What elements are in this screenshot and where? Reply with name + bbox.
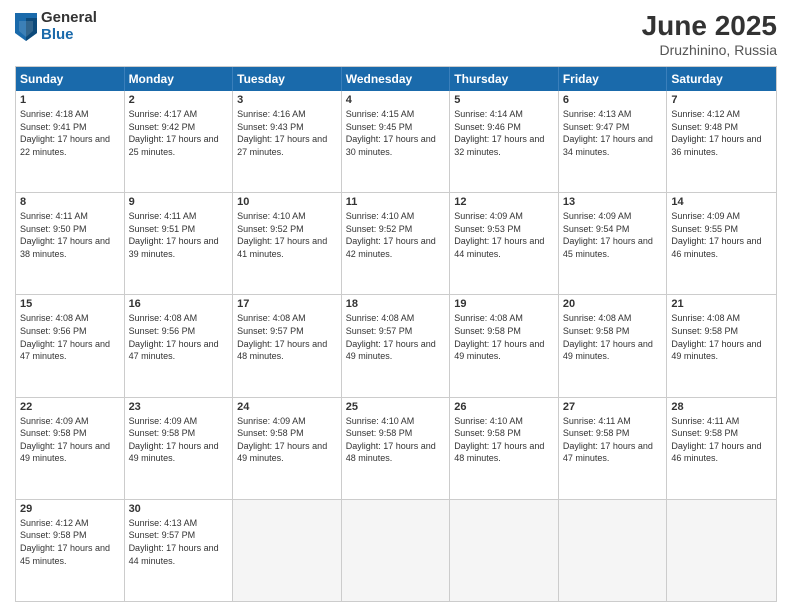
logo-blue: Blue [41,27,97,44]
week-row-5: 29 Sunrise: 4:12 AMSunset: 9:58 PMDaylig… [16,499,776,601]
week-row-4: 22 Sunrise: 4:09 AMSunset: 9:58 PMDaylig… [16,397,776,499]
day-15: 15 Sunrise: 4:08 AMSunset: 9:56 PMDaylig… [16,295,125,396]
week-row-3: 15 Sunrise: 4:08 AMSunset: 9:56 PMDaylig… [16,294,776,396]
header-monday: Monday [125,67,234,91]
day-19: 19 Sunrise: 4:08 AMSunset: 9:58 PMDaylig… [450,295,559,396]
day-1: 1 Sunrise: 4:18 AMSunset: 9:41 PMDayligh… [16,91,125,192]
header-saturday: Saturday [667,67,776,91]
header-tuesday: Tuesday [233,67,342,91]
header-sunday: Sunday [16,67,125,91]
empty-cell-1 [233,500,342,601]
logo: General Blue [15,10,97,43]
day-7: 7 Sunrise: 4:12 AMSunset: 9:48 PMDayligh… [667,91,776,192]
empty-cell-2 [342,500,451,601]
day-13: 13 Sunrise: 4:09 AMSunset: 9:54 PMDaylig… [559,193,668,294]
location: Druzhinino, Russia [642,42,777,58]
day-20: 20 Sunrise: 4:08 AMSunset: 9:58 PMDaylig… [559,295,668,396]
empty-cell-3 [450,500,559,601]
calendar-body: 1 Sunrise: 4:18 AMSunset: 9:41 PMDayligh… [16,91,776,601]
header-wednesday: Wednesday [342,67,451,91]
logo-general: General [41,10,97,27]
header-friday: Friday [559,67,668,91]
calendar-header: Sunday Monday Tuesday Wednesday Thursday… [16,67,776,91]
title-block: June 2025 Druzhinino, Russia [642,10,777,58]
day-5: 5 Sunrise: 4:14 AMSunset: 9:46 PMDayligh… [450,91,559,192]
day-21: 21 Sunrise: 4:08 AMSunset: 9:58 PMDaylig… [667,295,776,396]
day-17: 17 Sunrise: 4:08 AMSunset: 9:57 PMDaylig… [233,295,342,396]
day-2: 2 Sunrise: 4:17 AMSunset: 9:42 PMDayligh… [125,91,234,192]
day-26: 26 Sunrise: 4:10 AMSunset: 9:58 PMDaylig… [450,398,559,499]
day-25: 25 Sunrise: 4:10 AMSunset: 9:58 PMDaylig… [342,398,451,499]
day-10: 10 Sunrise: 4:10 AMSunset: 9:52 PMDaylig… [233,193,342,294]
page: General Blue June 2025 Druzhinino, Russi… [0,0,792,612]
day-3: 3 Sunrise: 4:16 AMSunset: 9:43 PMDayligh… [233,91,342,192]
day-27: 27 Sunrise: 4:11 AMSunset: 9:58 PMDaylig… [559,398,668,499]
day-29: 29 Sunrise: 4:12 AMSunset: 9:58 PMDaylig… [16,500,125,601]
empty-cell-5 [667,500,776,601]
day-30: 30 Sunrise: 4:13 AMSunset: 9:57 PMDaylig… [125,500,234,601]
header: General Blue June 2025 Druzhinino, Russi… [15,10,777,58]
logo-text: General Blue [41,10,97,43]
logo-icon [15,13,37,41]
day-24: 24 Sunrise: 4:09 AMSunset: 9:58 PMDaylig… [233,398,342,499]
day-22: 22 Sunrise: 4:09 AMSunset: 9:58 PMDaylig… [16,398,125,499]
calendar: Sunday Monday Tuesday Wednesday Thursday… [15,66,777,602]
day-6: 6 Sunrise: 4:13 AMSunset: 9:47 PMDayligh… [559,91,668,192]
day-16: 16 Sunrise: 4:08 AMSunset: 9:56 PMDaylig… [125,295,234,396]
day-8: 8 Sunrise: 4:11 AMSunset: 9:50 PMDayligh… [16,193,125,294]
day-23: 23 Sunrise: 4:09 AMSunset: 9:58 PMDaylig… [125,398,234,499]
empty-cell-4 [559,500,668,601]
header-thursday: Thursday [450,67,559,91]
week-row-1: 1 Sunrise: 4:18 AMSunset: 9:41 PMDayligh… [16,91,776,192]
day-11: 11 Sunrise: 4:10 AMSunset: 9:52 PMDaylig… [342,193,451,294]
week-row-2: 8 Sunrise: 4:11 AMSunset: 9:50 PMDayligh… [16,192,776,294]
day-4: 4 Sunrise: 4:15 AMSunset: 9:45 PMDayligh… [342,91,451,192]
day-14: 14 Sunrise: 4:09 AMSunset: 9:55 PMDaylig… [667,193,776,294]
day-9: 9 Sunrise: 4:11 AMSunset: 9:51 PMDayligh… [125,193,234,294]
month-title: June 2025 [642,10,777,42]
day-28: 28 Sunrise: 4:11 AMSunset: 9:58 PMDaylig… [667,398,776,499]
day-12: 12 Sunrise: 4:09 AMSunset: 9:53 PMDaylig… [450,193,559,294]
day-18: 18 Sunrise: 4:08 AMSunset: 9:57 PMDaylig… [342,295,451,396]
